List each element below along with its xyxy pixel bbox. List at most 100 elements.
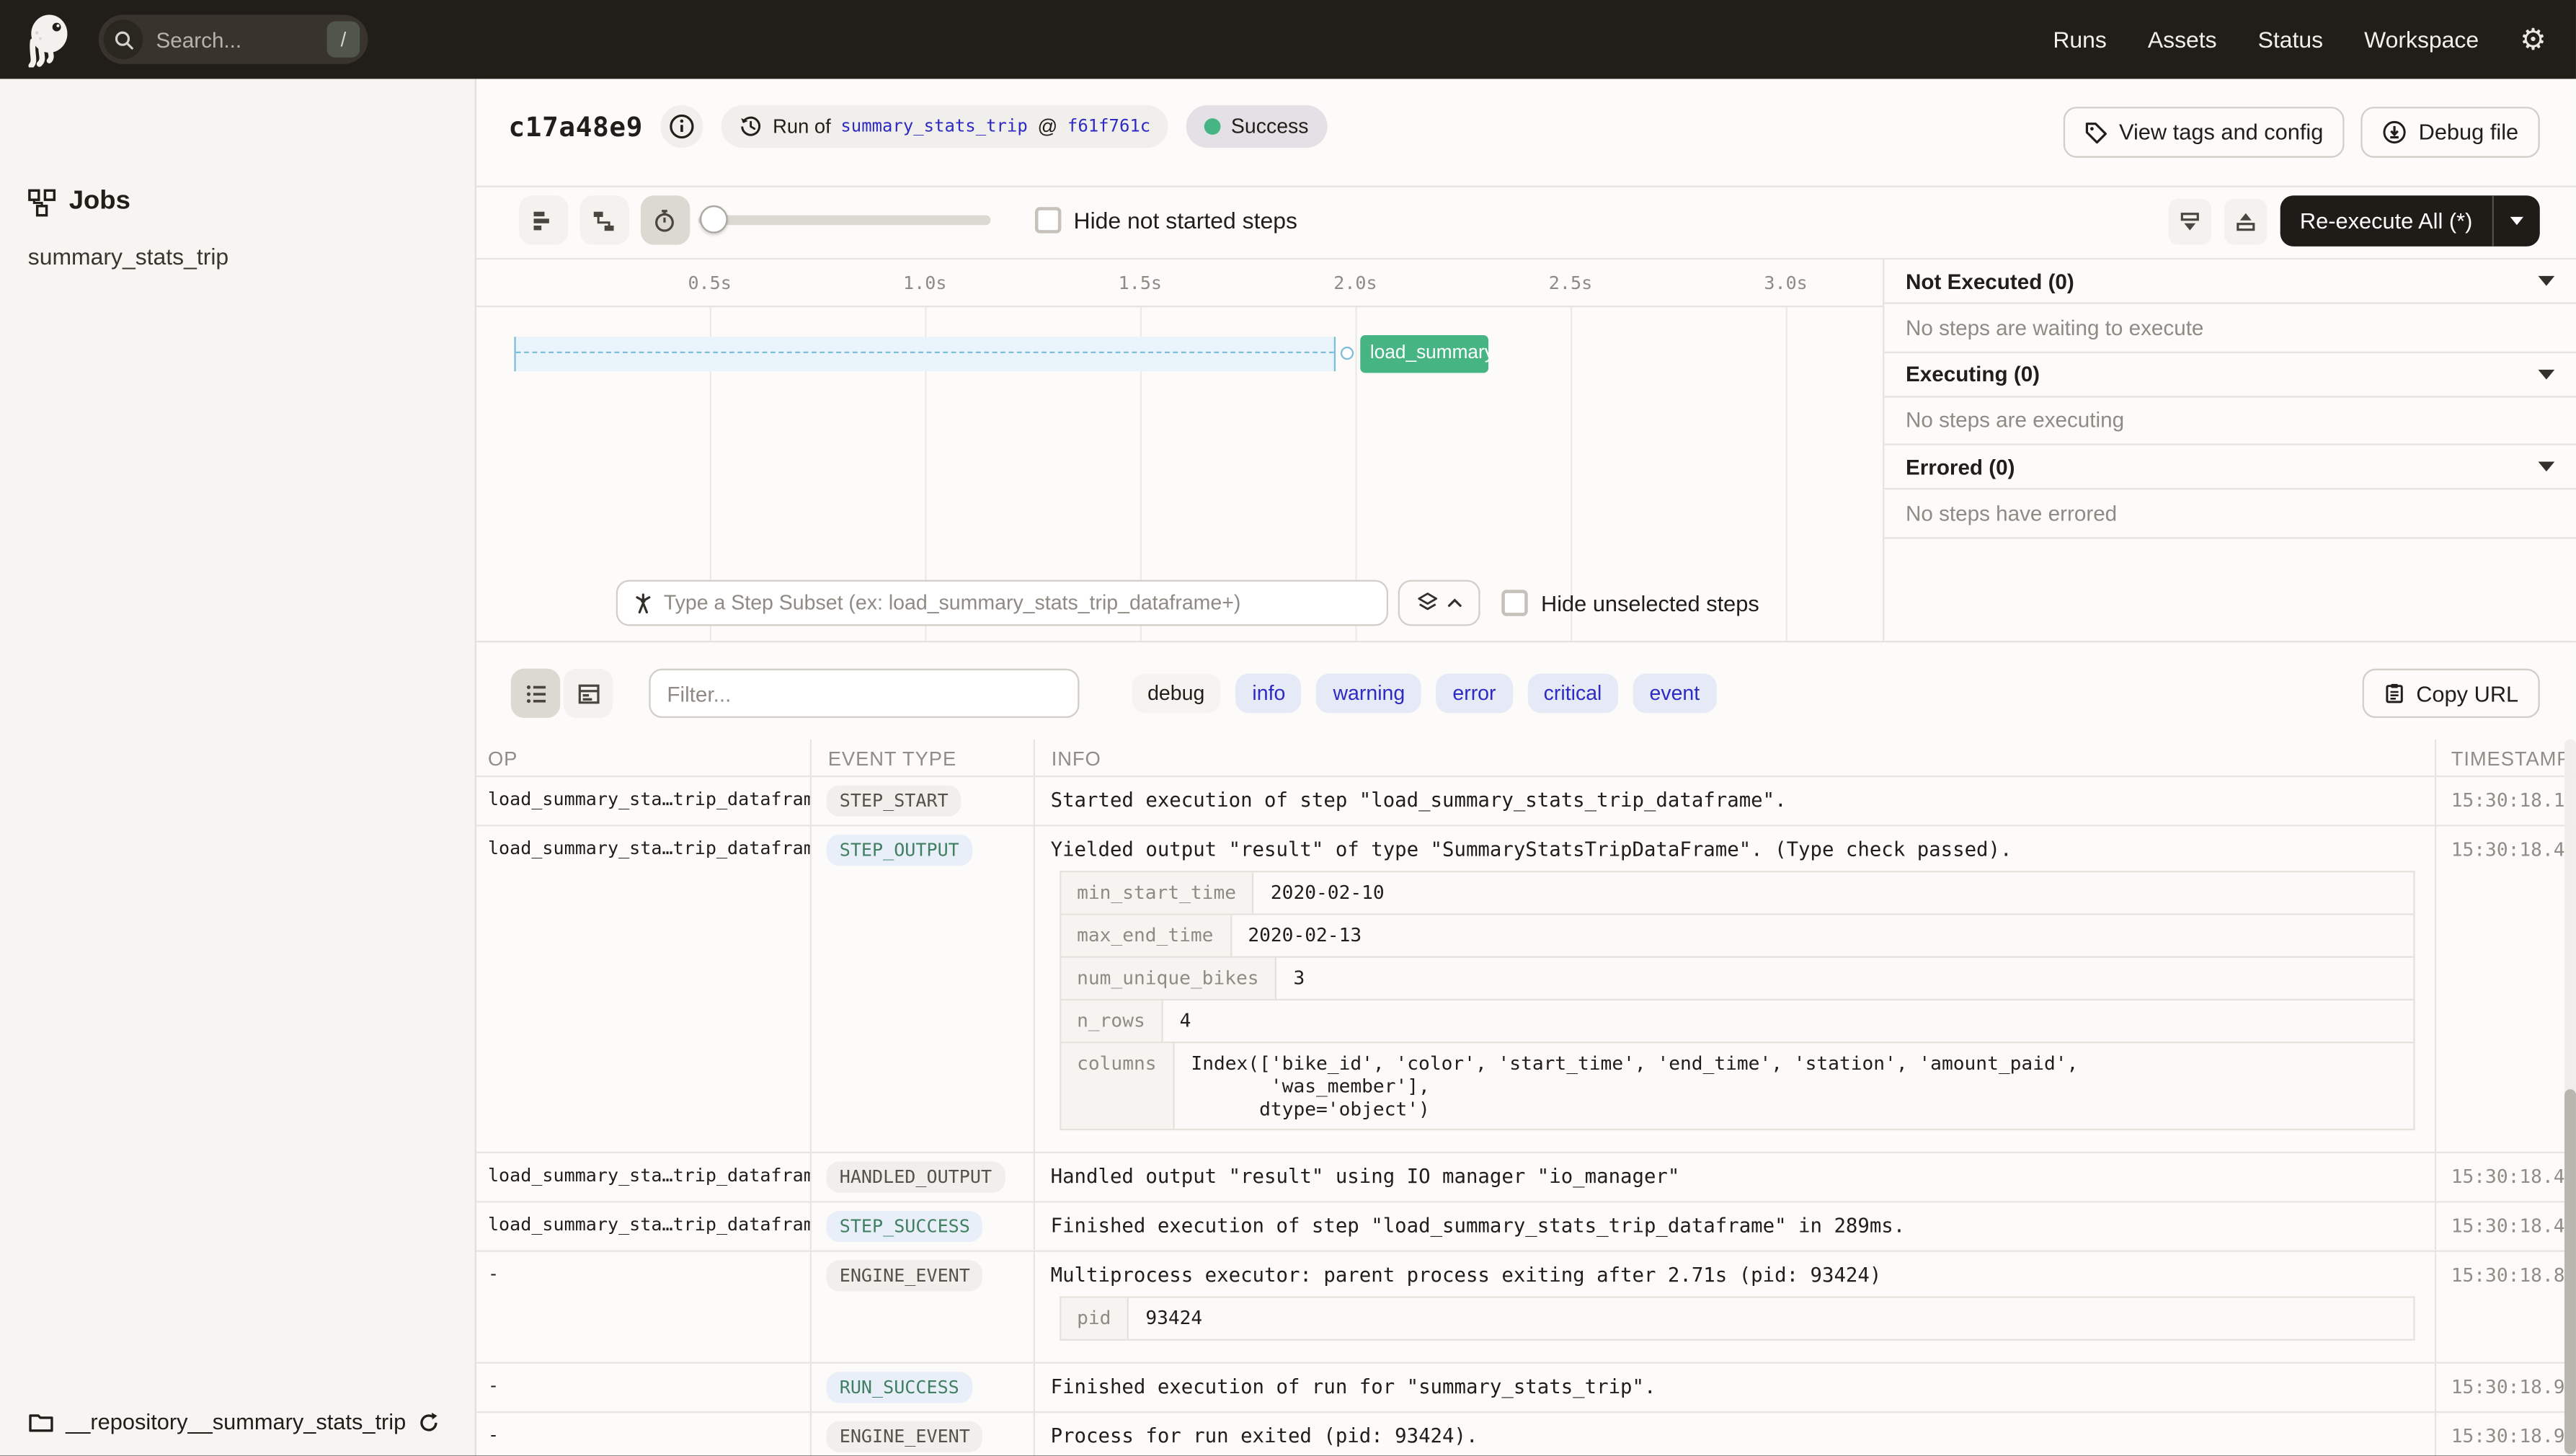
log-level-chip[interactable]: debug: [1131, 673, 1222, 714]
scroll-to-top-button[interactable]: [2224, 197, 2268, 244]
pipeline-link[interactable]: summary_stats_trip: [840, 117, 1027, 136]
run-of-label: Run of: [773, 115, 831, 138]
log-level-chip[interactable]: event: [1633, 673, 1717, 714]
log-op: load_summary_sta…trip_dataframe: [487, 1163, 810, 1186]
run-of-pill[interactable]: Run of summary_stats_trip @ f61f761c: [721, 105, 1169, 148]
refresh-icon[interactable]: [417, 1411, 440, 1434]
zoom-slider-handle[interactable]: [698, 205, 727, 234]
log-level-chip[interactable]: info: [1235, 673, 1302, 714]
metadata-value: 2020-02-13: [1248, 922, 1362, 946]
metadata-row: min_start_time 2020-02-10: [1059, 869, 2415, 915]
event-type-badge: ENGINE_EVENT: [826, 1259, 984, 1291]
snapshot-link[interactable]: f61f761c: [1067, 117, 1150, 136]
dagster-app: / Runs Assets Status Workspace ⚙ Jobs summar…: [0, 0, 2576, 1456]
event-type-badge: STEP_OUTPUT: [826, 833, 973, 866]
main-content: c17a48e9 Run of summary_stats_trip @ f61…: [475, 79, 2576, 1456]
log-op: -: [487, 1374, 499, 1396]
zoom-slider[interactable]: [697, 195, 990, 244]
log-info: Handled output "result" using IO manager…: [1034, 1153, 2435, 1200]
top-nav-bar: / Runs Assets Status Workspace ⚙: [0, 0, 2576, 79]
log-level-chip[interactable]: critical: [1527, 673, 1619, 714]
event-type-badge: ENGINE_EVENT: [826, 1420, 984, 1452]
log-op: load_summary_sta…trip_dataframe: [487, 1213, 810, 1235]
nav-link[interactable]: Assets: [2148, 26, 2217, 52]
nav-link[interactable]: Status: [2258, 26, 2323, 52]
reexecute-all-button[interactable]: Re-execute All (*): [2280, 195, 2540, 247]
status-label: Success: [1230, 115, 1309, 138]
log-structured-view-button[interactable]: [563, 668, 613, 719]
panel-section-header[interactable]: Executing (0): [1884, 352, 2576, 397]
col-header-timestamp: TIMESTAMP: [2451, 747, 2571, 771]
metadata-key: pid: [1060, 1297, 1129, 1339]
scroll-to-bottom-button[interactable]: [2168, 197, 2211, 244]
gantt-step-bar[interactable]: load_summary_stats_trip_dataframe: [1360, 334, 1489, 373]
hide-unselected-checkbox[interactable]: Hide unselected steps: [1501, 580, 1759, 626]
log-info-text: Finished execution of run for "summary_s…: [1050, 1374, 1656, 1398]
log-info: Started execution of step "load_summary_…: [1034, 776, 2435, 824]
reexecute-dropdown-button[interactable]: [2494, 216, 2540, 226]
gantt-timed-view-button[interactable]: [639, 195, 690, 245]
checkbox-icon[interactable]: [1501, 590, 1528, 616]
repository-row[interactable]: __repository__summary_stats_trip: [28, 1410, 440, 1434]
scrollbar-thumb[interactable]: [2563, 1089, 2575, 1455]
left-sidebar: Jobs summary_stats_trip __repository__su…: [0, 79, 476, 1456]
metadata-value: Index(['bike_id', 'color', 'start_time',…: [1191, 1050, 2079, 1120]
metadata-table: pid 93424: [1059, 1295, 2415, 1340]
gantt-flat-view-button[interactable]: [518, 195, 568, 245]
log-row: - ENGINE_EVENT Process for run exited (p…: [476, 1412, 2576, 1455]
debug-file-button[interactable]: Debug file: [2360, 107, 2540, 158]
log-info: Process for run exited (pid: 93424).: [1034, 1412, 2435, 1455]
log-timestamp: 15:30:18.904: [2451, 1374, 2576, 1398]
log-info-text: Started execution of step "load_summary_…: [1050, 787, 1787, 811]
search-input[interactable]: [156, 27, 327, 52]
metadata-value: 4: [1179, 1008, 1191, 1031]
clipboard-icon: [2384, 682, 2405, 705]
col-header-event-type: EVENT TYPE: [827, 747, 957, 771]
history-icon: [740, 115, 763, 138]
zoom-slider-track[interactable]: [697, 215, 990, 226]
view-tags-config-button[interactable]: View tags and config: [2063, 107, 2345, 158]
jobs-title: Jobs: [68, 187, 130, 216]
panel-section-title: Executing (0): [1905, 361, 2040, 386]
timeline-tick-label: 2.5s: [1548, 272, 1593, 294]
dagster-logo-icon[interactable]: [22, 12, 77, 68]
chevron-up-icon: [1447, 598, 1462, 608]
info-icon[interactable]: [661, 105, 704, 148]
checkbox-icon[interactable]: [1034, 207, 1061, 234]
col-header-info: INFO: [1051, 747, 1101, 771]
hide-not-started-checkbox[interactable]: Hide not started steps: [1034, 195, 1297, 244]
gear-icon[interactable]: ⚙: [2520, 25, 2546, 54]
log-info: Yielded output "result" of type "Summary…: [1034, 825, 2435, 1150]
metadata-value: 93424: [1145, 1305, 1203, 1328]
jobs-icon: [28, 188, 56, 216]
metadata-row: num_unique_bikes 3: [1059, 955, 2415, 1000]
step-subset-field[interactable]: [616, 580, 1389, 626]
chevron-down-icon: [2510, 216, 2524, 226]
log-list-view-button[interactable]: [510, 668, 561, 719]
log-row: load_summary_sta…trip_dataframe HANDLED_…: [475, 1153, 2576, 1202]
nav-link[interactable]: Workspace: [2364, 26, 2479, 52]
log-op: load_summary_sta…trip_dataframe: [487, 837, 810, 858]
graph-query-toggle-button[interactable]: [1397, 580, 1480, 626]
panel-section-header[interactable]: Errored (0): [1884, 445, 2576, 490]
log-timestamp: 15:30:18.895: [2451, 1262, 2576, 1286]
panel-section-header[interactable]: Not Executed (0): [1884, 259, 2576, 304]
log-info-text: Handled output "result" using IO manager…: [1050, 1163, 1680, 1187]
log-filter-input[interactable]: [649, 668, 1080, 719]
log-row: - ENGINE_EVENT Multiprocess executor: pa…: [475, 1251, 2576, 1363]
gantt-waterfall-view-button[interactable]: [579, 195, 629, 245]
panel-section-body: No steps have errored: [1884, 489, 2576, 538]
log-level-chip[interactable]: error: [1436, 673, 1513, 714]
download-circle-icon: [2382, 120, 2407, 144]
sidebar-item-job[interactable]: summary_stats_trip: [28, 243, 228, 269]
log-timestamp: 15:30:18.929: [2451, 1424, 2576, 1447]
step-subset-input[interactable]: [663, 591, 1372, 615]
timeline-tick-label: 1.5s: [1118, 272, 1163, 294]
status-badge: Success: [1186, 105, 1327, 148]
copy-url-button[interactable]: Copy URL: [2361, 668, 2540, 719]
log-timestamp: 15:30:18.152: [2451, 787, 2576, 811]
nav-link[interactable]: Runs: [2053, 26, 2107, 52]
col-header-op: OP: [487, 747, 518, 771]
log-level-chip[interactable]: warning: [1316, 673, 1422, 714]
global-search[interactable]: /: [98, 14, 368, 64]
